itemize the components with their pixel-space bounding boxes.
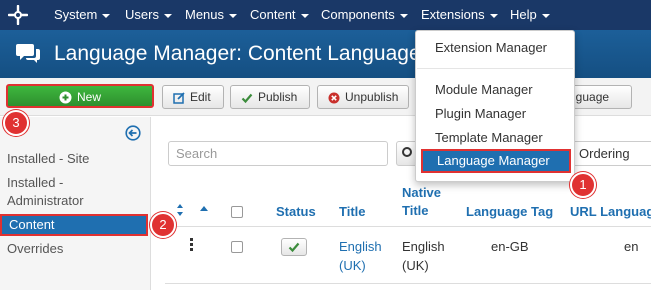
row-checkbox[interactable] [231,241,243,253]
table-divider [165,226,651,227]
edit-icon [173,92,185,104]
joomla-logo-icon[interactable] [8,5,28,25]
menu-item-extension-manager[interactable]: Extension Manager [416,37,574,59]
menu-divider [417,68,573,69]
menu-item-label: Extension Manager [435,40,548,55]
top-navbar: System Users Menus Content Components Ex… [0,0,651,30]
status-toggle-button[interactable] [281,238,307,256]
menu-item-template-manager[interactable]: Template Manager [416,127,574,149]
plus-circle-icon [59,91,72,104]
row-language-tag: en-GB [491,239,529,254]
check-icon [288,242,300,253]
unpublish-button-label: Unpublish [345,90,399,104]
unpublish-button[interactable]: Unpublish [317,85,409,109]
nav-help-label: Help [510,7,537,22]
chevron-down-icon [399,13,408,18]
search-input[interactable]: Search [168,141,388,166]
language-button-label: nguage [569,90,610,104]
nav-menus-label: Menus [185,7,225,22]
new-button-label: New [76,90,101,104]
nav-components[interactable]: Components [321,0,408,30]
extensions-dropdown-menu: Extension Manager Module Manager Plugin … [415,30,575,182]
sidebar: Installed - Site Installed - Administrat… [0,117,151,290]
column-header-language-tag[interactable]: Language Tag [466,203,553,221]
nav-users[interactable]: Users [125,0,172,30]
new-button[interactable]: New [6,84,154,108]
menu-item-language-manager[interactable]: Language Manager [421,149,571,173]
menu-item-label: Language Manager [437,153,550,168]
chevron-down-icon [163,13,172,18]
search-icon [402,147,412,157]
column-header-status[interactable]: Status [276,203,316,221]
chevron-down-icon [541,13,550,18]
publish-button[interactable]: Publish [230,85,310,109]
unpublish-icon [328,92,340,104]
sidebar-item-label: Installed - Site [7,151,90,166]
search-placeholder: Search [176,146,218,161]
sidebar-item-label: Content [9,217,55,232]
menu-item-plugin-manager[interactable]: Plugin Manager [416,103,574,125]
page-title: Language Manager: Content Languages [54,42,432,65]
check-icon [241,93,253,103]
sidebar-item-content[interactable]: Content [0,214,148,236]
nav-content[interactable]: Content [250,0,309,30]
drag-handle-icon[interactable] [190,238,194,252]
sort-icon[interactable] [177,203,189,217]
row-title-link[interactable]: English (UK) [339,237,387,275]
edit-button[interactable]: Edit [162,85,224,109]
chevron-down-icon [102,13,111,18]
menu-item-label: Template Manager [435,130,543,145]
select-all-checkbox[interactable] [231,206,243,218]
sidebar-item-installed-site[interactable]: Installed - Site [0,150,148,168]
publish-button-label: Publish [258,90,298,104]
nav-extensions-label: Extensions [421,7,485,22]
column-header-title[interactable]: Title [339,203,366,221]
row-url-code: en [624,239,639,254]
callout-badge-2: 2 [150,212,176,238]
nav-system[interactable]: System [54,0,111,30]
sidebar-item-label: Installed - Administrator [7,175,84,208]
arrow-left-circle-icon[interactable] [125,125,141,141]
sidebar-item-installed-administrator[interactable]: Installed - Administrator [0,174,110,210]
nav-content-label: Content [250,7,296,22]
menu-item-module-manager[interactable]: Module Manager [416,79,574,101]
chevron-down-icon [300,13,309,18]
nav-components-label: Components [321,7,395,22]
comments-icon [16,44,40,63]
menu-item-label: Module Manager [435,82,533,97]
nav-menus[interactable]: Menus [185,0,238,30]
menu-item-label: Plugin Manager [435,106,527,121]
column-header-native-title[interactable]: Native Title [402,184,450,220]
table-divider [165,283,651,284]
chevron-down-icon [489,13,498,18]
nav-system-label: System [54,7,98,22]
row-native-title: English (UK) [402,239,445,273]
sidebar-item-label: Overrides [7,241,64,256]
sort-ascending-icon[interactable] [199,205,209,213]
callout-badge-1: 1 [570,172,596,198]
chevron-down-icon [229,13,238,18]
ordering-select-label: Ordering [579,146,630,161]
ordering-select[interactable]: Ordering [568,141,651,166]
sidebar-item-overrides[interactable]: Overrides [0,240,148,258]
nav-users-label: Users [125,7,159,22]
nav-help[interactable]: Help [510,0,550,30]
callout-badge-3: 3 [3,110,29,136]
column-header-url-language[interactable]: URL Language [570,203,651,221]
edit-button-label: Edit [190,90,211,104]
nav-extensions[interactable]: Extensions [421,0,498,30]
